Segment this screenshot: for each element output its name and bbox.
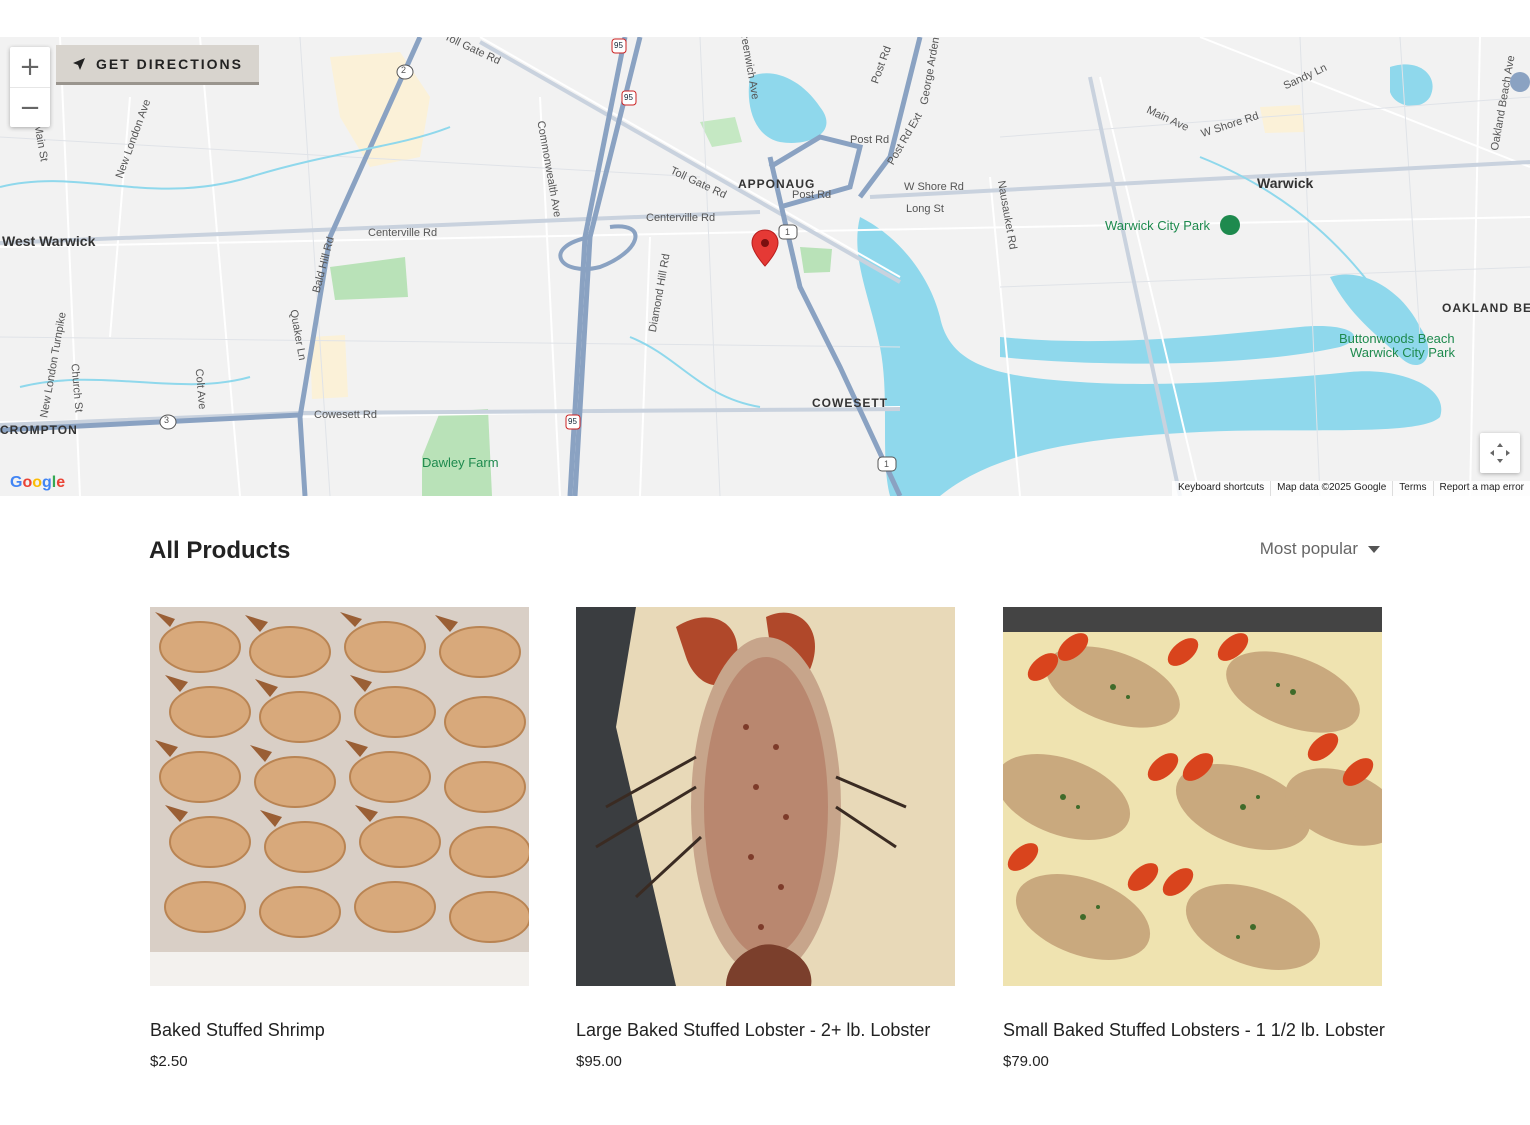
product-name[interactable]: Small Baked Stuffed Lobsters - 1 1/2 lb.… — [1003, 1020, 1385, 1041]
map-label-warwick-city-park: Warwick City Park — [1105, 218, 1210, 233]
keyboard-shortcuts-link[interactable]: Keyboard shortcuts — [1172, 481, 1270, 496]
map-label-w-shore-rd: W Shore Rd — [904, 181, 964, 193]
product-card[interactable]: Large Baked Stuffed Lobster - 2+ lb. Lob… — [576, 607, 955, 1070]
product-price: $79.00 — [1003, 1053, 1049, 1070]
map-label-buttonwoods-1: Buttonwoods Beach — [1339, 331, 1455, 346]
product-card[interactable]: Baked Stuffed Shrimp $2.50 — [150, 607, 529, 1070]
product-price: $95.00 — [576, 1053, 622, 1070]
caret-down-icon — [1368, 545, 1380, 553]
product-image-small-lobsters[interactable] — [1003, 607, 1382, 986]
location-map[interactable]: West Warwick APPONAUG Warwick Warwick Ci… — [0, 37, 1530, 496]
map-attribution: Keyboard shortcuts Map data ©2025 Google… — [1171, 481, 1530, 496]
map-label-buttonwoods-2: Warwick City Park — [1350, 345, 1455, 360]
map-label-west-warwick: West Warwick — [2, 233, 96, 249]
map-label-post-rd: Post Rd — [792, 189, 832, 201]
map-label-post-rd: Post Rd — [850, 134, 890, 146]
location-pin-icon[interactable] — [751, 229, 779, 267]
map-label-long-st: Long St — [906, 203, 944, 215]
map-data-text: Map data ©2025 Google — [1270, 481, 1392, 496]
product-price: $2.50 — [150, 1053, 188, 1070]
map-label-cowesett-rd: Cowesett Rd — [314, 409, 377, 421]
product-image-shrimp[interactable] — [150, 607, 529, 986]
navigation-arrow-icon — [73, 57, 85, 70]
map-label-oakland-beach: OAKLAND BEA — [1442, 301, 1530, 315]
product-name[interactable]: Baked Stuffed Shrimp — [150, 1020, 529, 1041]
map-label-cowesett: COWESETT — [812, 396, 888, 410]
interstate-95-shield: 95 — [624, 93, 633, 102]
zoom-out-button[interactable]: − — [10, 87, 50, 127]
map-label-warwick: Warwick — [1257, 175, 1314, 191]
zoom-control: + − — [10, 47, 50, 127]
product-image-large-lobster[interactable] — [576, 607, 955, 986]
route-2-shield: 2 — [401, 65, 407, 75]
get-directions-label: GET DIRECTIONS — [96, 55, 244, 72]
fullscreen-icon — [1490, 443, 1510, 463]
terms-link[interactable]: Terms — [1392, 481, 1432, 496]
map-label-crompton: CROMPTON — [0, 423, 78, 437]
product-name[interactable]: Large Baked Stuffed Lobster - 2+ lb. Lob… — [576, 1020, 955, 1041]
google-logo[interactable]: Google — [10, 474, 65, 492]
zoom-in-button[interactable]: + — [10, 47, 50, 87]
map-label-dawley-farm: Dawley Farm — [422, 455, 499, 470]
map-label-centerville-rd: Centerville Rd — [646, 212, 716, 224]
interstate-95-shield: 95 — [568, 417, 577, 426]
route-3-shield: 3 — [164, 415, 170, 425]
product-card[interactable]: Small Baked Stuffed Lobsters - 1 1/2 lb.… — [1003, 607, 1385, 1070]
us-1-shield: 1 — [884, 459, 890, 469]
fullscreen-button[interactable] — [1480, 433, 1520, 473]
us-1-shield: 1 — [785, 227, 791, 237]
sort-selected-value: Most popular — [1259, 539, 1358, 558]
section-title: All Products — [149, 537, 291, 564]
sort-dropdown[interactable]: Most popular — [1260, 539, 1380, 559]
get-directions-button[interactable]: GET DIRECTIONS — [56, 45, 260, 85]
report-map-error-link[interactable]: Report a map error — [1432, 481, 1530, 496]
map-label-centerville-rd: Centerville Rd — [368, 227, 438, 239]
interstate-95-shield: 95 — [614, 41, 623, 50]
